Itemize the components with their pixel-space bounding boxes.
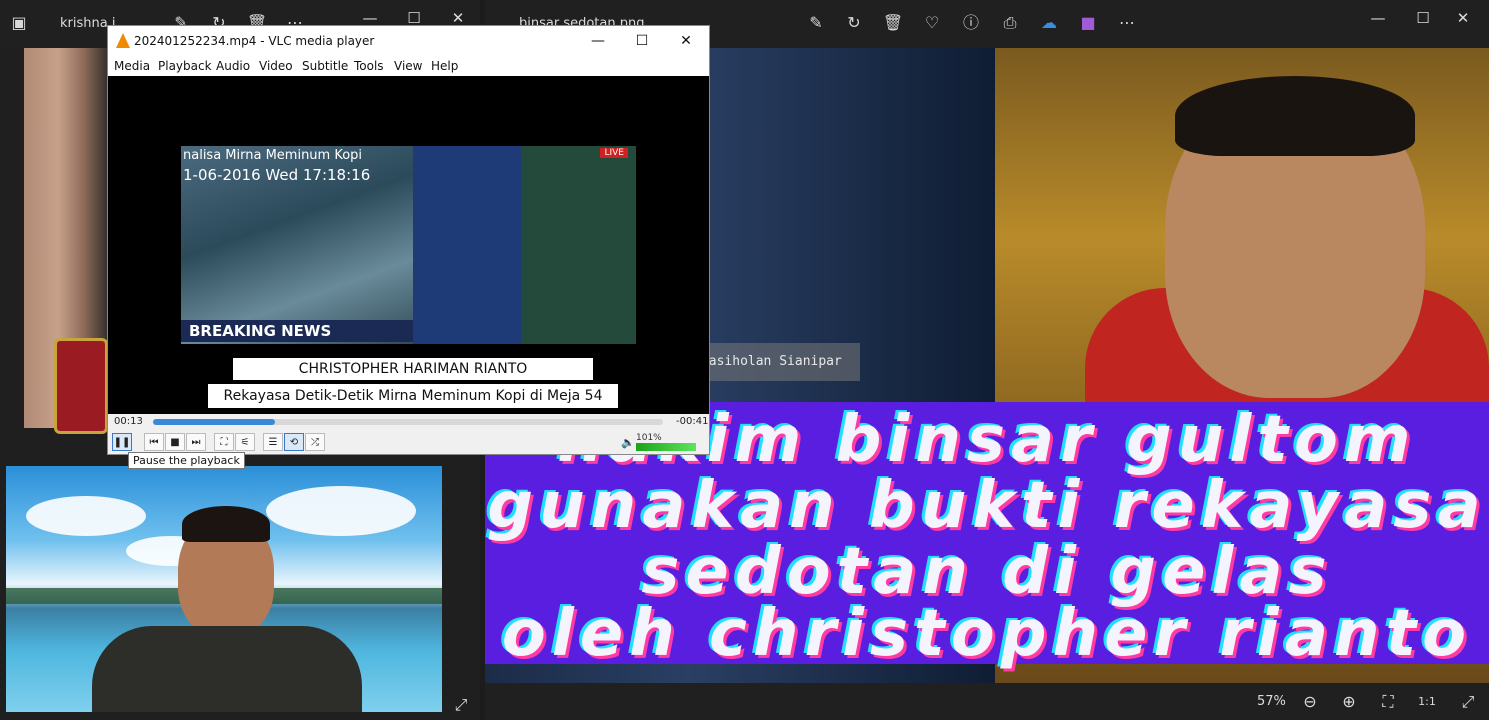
vlc-titlebar: 202401252234.mp4 - VLC media player — ☐ …	[108, 26, 709, 56]
zoom-level: 57%	[1257, 694, 1286, 709]
vlc-menubar: Media Playback Audio Video Subtitle Tool…	[108, 56, 709, 76]
menu-playback[interactable]: Playback	[158, 59, 212, 73]
live-feed-panel: LIVE	[521, 146, 636, 344]
actual-size-icon[interactable]: 1:1	[1416, 691, 1438, 713]
loop-button[interactable]: ⟲	[284, 433, 304, 451]
stop-button[interactable]: ■	[165, 433, 185, 451]
playback-controls: ❚❚ ⏮ ■ ⏭ ⛶ ⚟ ☰ ⟲ ⤮ 🔈 101%	[108, 432, 709, 454]
viewer-bottom-bar: 57% ⊖ ⊕ ⛶ 1:1 ⤢	[485, 683, 1489, 720]
shuffle-button[interactable]: ⤮	[305, 433, 325, 451]
zoom-out-icon[interactable]: ⊖	[1299, 691, 1321, 713]
vlc-minimize-button[interactable]: —	[578, 31, 618, 51]
image-icon: ▣	[11, 13, 27, 32]
rotate-icon[interactable]: ↻	[843, 12, 865, 34]
video-area[interactable]: nalisa Mirna Meminum Kopi 1-06-2016 Wed …	[108, 76, 709, 414]
vlc-window: 202401252234.mp4 - VLC media player — ☐ …	[107, 25, 710, 455]
remaining-time: -00:41	[676, 416, 709, 427]
print-icon[interactable]: ⎙	[999, 12, 1021, 34]
minimize-button[interactable]: —	[1358, 8, 1398, 28]
menu-tools[interactable]: Tools	[354, 59, 384, 73]
vlc-title: 202401252234.mp4 - VLC media player	[134, 34, 375, 48]
banner-line-4: oleh christopher rianto	[501, 597, 1473, 671]
cctv-timestamp: 1-06-2016 Wed 17:18:16	[183, 166, 371, 184]
maximize-button[interactable]: ☐	[1403, 8, 1443, 28]
fit-window-icon[interactable]: ⛶	[1377, 691, 1399, 713]
vlc-maximize-button[interactable]: ☐	[622, 31, 662, 51]
seek-progress	[153, 419, 276, 425]
heart-icon[interactable]: ♡	[921, 12, 943, 34]
volume-level	[636, 443, 696, 451]
next-button[interactable]: ⏭	[186, 433, 206, 451]
vlc-cone-icon	[116, 33, 130, 48]
playlist-button[interactable]: ☰	[263, 433, 283, 451]
caption-title: Rekayasa Detik-Detik Mirna Meminum Kopi …	[208, 384, 618, 408]
vlc-close-button[interactable]: ✕	[666, 31, 706, 51]
previous-button[interactable]: ⏮	[144, 433, 164, 451]
news-headline: nalisa Mirna Meminum Kopi	[183, 148, 363, 163]
clipchamp-icon[interactable]: ■	[1077, 12, 1099, 34]
timeline-text-panel	[413, 146, 521, 344]
zoom-in-icon[interactable]: ⊕	[1338, 691, 1360, 713]
caption-name: CHRISTOPHER HARIMAN RIANTO	[233, 358, 593, 380]
menu-video[interactable]: Video	[259, 59, 293, 73]
close-button[interactable]: ✕	[1443, 8, 1483, 28]
breaking-news-label: BREAKING NEWS	[181, 320, 413, 342]
info-icon[interactable]: ⓘ	[960, 12, 982, 34]
elapsed-time: 00:13	[114, 416, 143, 427]
volume-slider[interactable]	[636, 443, 696, 451]
expand-icon[interactable]: ⤢	[450, 694, 472, 716]
live-badge: LIVE	[600, 148, 628, 158]
epaulette-badge	[54, 338, 108, 434]
webcam-overlay	[6, 466, 442, 712]
portrait-photo	[24, 48, 110, 434]
seekbar-area: 00:13 -00:41	[108, 414, 709, 432]
pause-button[interactable]: ❚❚	[112, 433, 132, 451]
news-broadcast-frame: nalisa Mirna Meminum Kopi 1-06-2016 Wed …	[181, 146, 636, 344]
expand-icon[interactable]: ⤢	[1457, 691, 1479, 713]
delete-icon[interactable]: 🗑	[882, 12, 904, 34]
banner-line-3: sedotan di gelas	[641, 535, 1333, 609]
volume-percent: 101%	[636, 433, 662, 443]
cctv-footage: nalisa Mirna Meminum Kopi 1-06-2016 Wed …	[181, 146, 413, 344]
menu-media[interactable]: Media	[114, 59, 150, 73]
menu-view[interactable]: View	[394, 59, 422, 73]
extended-settings-button[interactable]: ⚟	[235, 433, 255, 451]
banner-line-2: gunakan bukti rekayasa	[487, 469, 1487, 543]
fullscreen-button[interactable]: ⛶	[214, 433, 234, 451]
menu-audio[interactable]: Audio	[216, 59, 250, 73]
speaker-icon[interactable]: 🔈	[621, 436, 635, 449]
seek-slider[interactable]	[153, 419, 663, 425]
pause-tooltip: Pause the playback	[128, 452, 245, 469]
menu-help[interactable]: Help	[431, 59, 458, 73]
edit-icon[interactable]: ✎	[805, 12, 827, 34]
onedrive-icon[interactable]: ☁	[1038, 12, 1060, 34]
presenter-body	[92, 626, 362, 712]
more-icon[interactable]: ⋯	[1116, 12, 1138, 34]
menu-subtitle[interactable]: Subtitle	[302, 59, 348, 73]
